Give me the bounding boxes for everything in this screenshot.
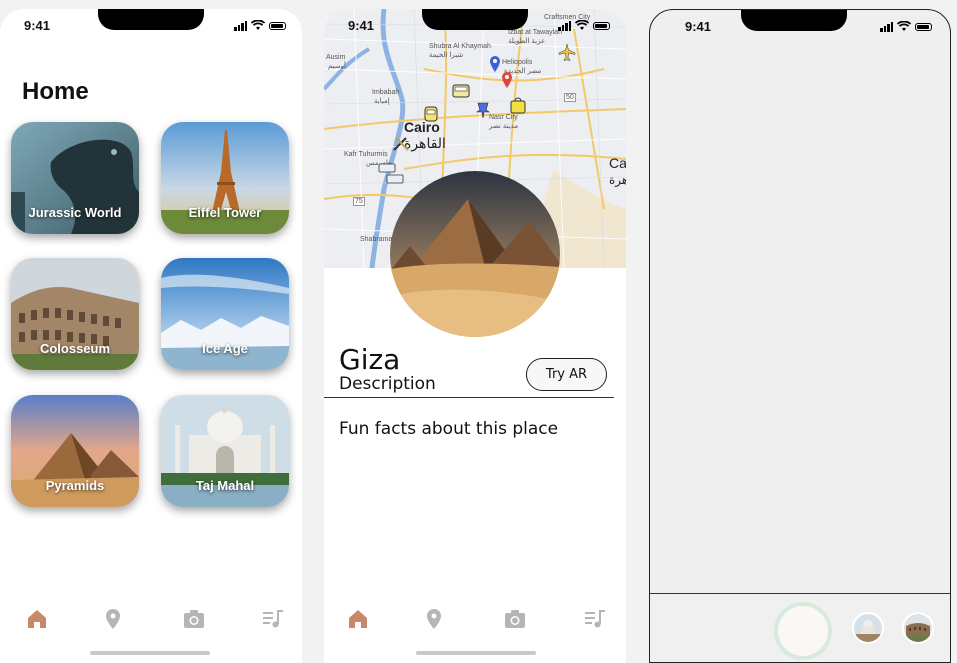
divider bbox=[324, 397, 614, 398]
map-label: Nasr City bbox=[489, 114, 518, 121]
card-label: Jurassic World bbox=[28, 205, 122, 220]
card-taj-mahal[interactable]: Taj Mahal bbox=[161, 395, 289, 507]
map-label: شبرا الخيمة bbox=[429, 52, 464, 59]
taj-mahal-thumbnail[interactable] bbox=[852, 612, 884, 644]
status-time: 9:41 bbox=[348, 18, 375, 33]
camera-controls bbox=[650, 593, 950, 662]
place-description: Description bbox=[339, 374, 436, 394]
card-pyramids[interactable]: Pyramids bbox=[11, 395, 139, 507]
card-ice-age[interactable]: Ice Age bbox=[161, 258, 289, 370]
place-photo bbox=[390, 171, 560, 337]
giza-pyramids-image bbox=[390, 171, 560, 337]
card-label: Ice Age bbox=[202, 341, 248, 356]
fun-facts-text: Fun facts about this place bbox=[339, 419, 559, 439]
card-eiffel-tower[interactable]: Eiffel Tower bbox=[161, 122, 289, 234]
card-label: Taj Mahal bbox=[195, 478, 255, 493]
road-number: 50 bbox=[564, 93, 576, 102]
home-screen: 9:41 Home Jurassic World Eiffel Tower Co… bbox=[0, 9, 302, 663]
map-city-label: هرة bbox=[609, 173, 626, 187]
status-icons bbox=[234, 20, 286, 31]
pushpin-icon bbox=[476, 102, 490, 119]
colosseum-thumbnail[interactable] bbox=[902, 612, 934, 644]
status-time: 9:41 bbox=[24, 18, 51, 33]
detail-screen: Izbat at Tawaylah عزبة الطويلة Craftsmen… bbox=[324, 9, 626, 663]
signal-icon bbox=[558, 20, 571, 31]
map-label: Kafr Tuhurmis bbox=[344, 151, 388, 158]
battery-icon bbox=[593, 21, 610, 30]
home-icon[interactable] bbox=[25, 607, 49, 631]
card-colosseum[interactable]: Colosseum bbox=[11, 258, 139, 370]
map-label: أوسيم bbox=[328, 63, 346, 70]
bus-icon bbox=[424, 106, 438, 122]
location-pin-icon[interactable] bbox=[101, 607, 125, 631]
wifi-icon bbox=[897, 21, 911, 31]
map-label: Heliopolis bbox=[502, 59, 533, 66]
camera-icon[interactable] bbox=[503, 607, 527, 631]
map-label: عزبة الطويلة bbox=[508, 38, 546, 45]
notch bbox=[98, 9, 204, 30]
map-label: Shubra Al Khaymah bbox=[429, 43, 491, 50]
wifi-icon bbox=[575, 20, 589, 30]
home-icon[interactable] bbox=[346, 607, 370, 631]
tab-bar bbox=[324, 607, 626, 633]
bed-icon bbox=[386, 174, 404, 184]
place-name: Giza bbox=[339, 343, 401, 376]
battery-icon bbox=[269, 21, 286, 30]
page-title: Home bbox=[22, 78, 89, 105]
airport-icon bbox=[558, 43, 576, 61]
camera-icon[interactable] bbox=[182, 607, 206, 631]
tab-bar bbox=[0, 607, 302, 633]
status-icons bbox=[558, 20, 610, 31]
card-label: Eiffel Tower bbox=[188, 205, 262, 220]
card-jurassic-world[interactable]: Jurassic World bbox=[11, 122, 139, 234]
train-icon bbox=[452, 84, 470, 98]
card-label: Pyramids bbox=[45, 478, 105, 493]
shutter-button[interactable] bbox=[774, 602, 832, 660]
shopping-bag-icon bbox=[510, 97, 526, 114]
wifi-icon bbox=[251, 20, 265, 30]
camera-screen: 9:41 bbox=[649, 9, 951, 663]
map-pin-red-icon[interactable] bbox=[502, 72, 512, 88]
map-pin-blue-icon[interactable] bbox=[490, 56, 500, 72]
card-label: Colosseum bbox=[39, 341, 111, 356]
status-icons bbox=[880, 21, 932, 32]
location-pin-icon[interactable] bbox=[422, 607, 446, 631]
status-time: 9:41 bbox=[685, 19, 712, 34]
road-number: 75 bbox=[353, 197, 365, 206]
notch bbox=[422, 9, 528, 30]
map-label: Imbabah bbox=[372, 89, 400, 96]
signal-icon bbox=[234, 20, 247, 31]
map-label: Izbat at Tawaylah bbox=[508, 29, 562, 36]
map-label: مدينة نصر bbox=[489, 123, 519, 130]
map-label: Ausim bbox=[326, 54, 346, 61]
notch bbox=[741, 10, 847, 31]
map-label: إمبابة bbox=[374, 98, 390, 105]
try-ar-button[interactable]: Try AR bbox=[526, 358, 607, 391]
home-indicator bbox=[90, 651, 210, 655]
playlist-icon[interactable] bbox=[583, 607, 607, 631]
battery-icon bbox=[915, 22, 932, 31]
playlist-icon[interactable] bbox=[261, 607, 285, 631]
home-indicator bbox=[416, 651, 536, 655]
tools-icon bbox=[393, 137, 409, 151]
map-city-label: Ca bbox=[609, 155, 626, 171]
signal-icon bbox=[880, 21, 893, 32]
